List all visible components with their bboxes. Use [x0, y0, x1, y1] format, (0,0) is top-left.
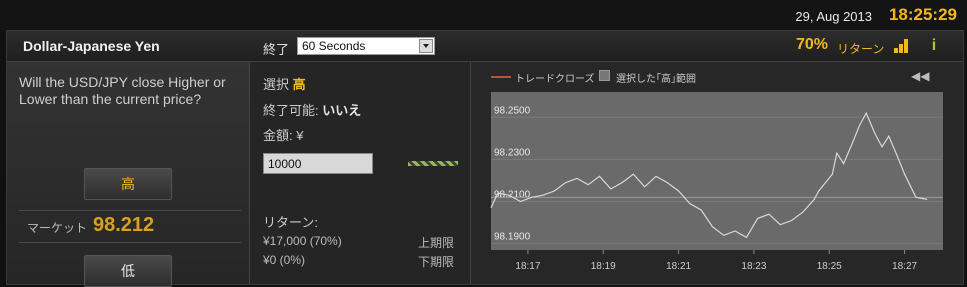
- expiry-label: 終了: [263, 42, 290, 57]
- selection-row: 選択 高: [263, 74, 306, 93]
- return-percentage: 70%: [796, 36, 829, 53]
- chart-column: トレードクローズ 選択した｢高｣範囲 ◀◀ 98.2500 98.2300 98.2…: [471, 62, 963, 284]
- progress-stripe: [408, 161, 458, 166]
- current-time: 18:25:29: [888, 5, 957, 24]
- low-button[interactable]: 低: [84, 255, 172, 287]
- x-tick-label: 18:25: [817, 261, 842, 272]
- expiry-select-value: 60 Seconds: [302, 39, 366, 53]
- price-chart: 98.2500 98.2300 98.2100 98.1900 18:17 18:19 18…: [490, 92, 943, 272]
- y-tick-label: 98.2500: [494, 105, 531, 116]
- upper-return-label: 上期限: [418, 236, 455, 250]
- trade-panel: Dollar-Japanese Yen 終了 60 Seconds 70% リタ…: [6, 30, 964, 287]
- order-column: 選択 高 終了可能: いいえ 金額: ¥ リターン: ¥17,000 (70%)…: [250, 62, 471, 284]
- market-label: マーケット: [27, 221, 88, 235]
- expiry-ok-label: 終了可能:: [263, 103, 319, 118]
- direction-column: Will the USD/JPY close Higher or Lower t…: [7, 62, 250, 287]
- lower-return-label: 下期限: [418, 255, 455, 269]
- y-tick-label: 98.2100: [494, 190, 531, 201]
- high-button[interactable]: 高: [84, 168, 172, 200]
- y-tick-label: 98.2300: [494, 147, 531, 158]
- x-tick-label: 18:21: [666, 261, 691, 272]
- selection-value: 高: [292, 77, 306, 92]
- current-date: 29, Aug 2013: [795, 9, 872, 24]
- currency-pair-title: Dollar-Japanese Yen: [23, 38, 160, 54]
- chevron-down-icon[interactable]: [419, 39, 433, 53]
- selection-label: 選択: [263, 77, 290, 92]
- divider: [19, 242, 241, 243]
- x-tick-label: 18:23: [741, 261, 766, 272]
- panel-header: Dollar-Japanese Yen 終了 60 Seconds 70% リタ…: [7, 31, 963, 62]
- expiry-ok-value: いいえ: [322, 103, 362, 118]
- expiry-select[interactable]: 60 Seconds: [297, 37, 435, 55]
- expiry-ok-row: 終了可能: いいえ: [263, 100, 361, 119]
- x-tick-label: 18:17: [515, 261, 540, 272]
- return-section-label: リターン:: [263, 215, 318, 230]
- y-tick-label: 98.1900: [494, 232, 531, 243]
- x-tick-label: 18:27: [892, 261, 917, 272]
- question-text: Will the USD/JPY close Higher or Lower t…: [19, 74, 226, 107]
- amount-label: 金額: ¥: [263, 128, 304, 143]
- plot-area: [491, 92, 943, 250]
- upper-return-value: ¥17,000 (70%): [263, 234, 342, 248]
- top-bar: 29, Aug 2013 18:25:29: [0, 0, 967, 30]
- return-label: リターン: [837, 42, 885, 56]
- divider: [19, 210, 241, 211]
- x-tick-label: 18:19: [591, 261, 616, 272]
- signal-bars-icon[interactable]: [894, 39, 910, 53]
- lower-return-value: ¥0 (0%): [263, 253, 306, 267]
- info-icon[interactable]: i: [928, 37, 940, 55]
- amount-input[interactable]: [263, 153, 373, 174]
- market-price: 98.212: [93, 214, 155, 236]
